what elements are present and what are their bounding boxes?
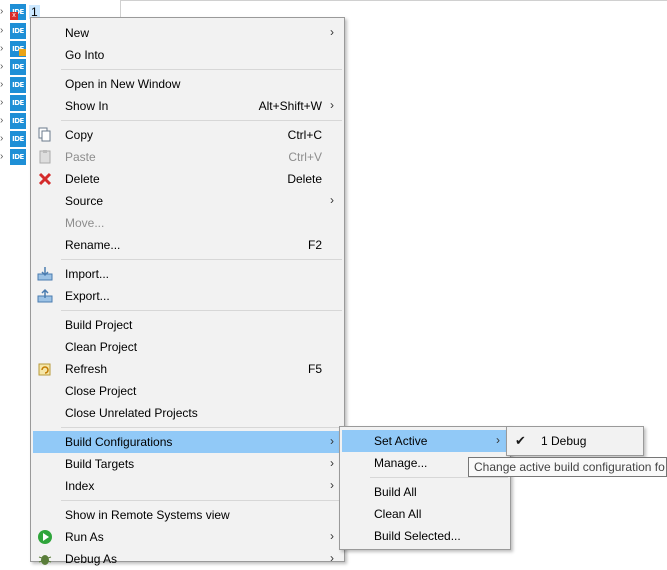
copy-icon [37,127,53,143]
menu-item-new[interactable]: New › [33,22,342,44]
menu-item-debug-as[interactable]: Debug As › [33,548,342,570]
export-icon [37,288,53,304]
debug-icon [37,551,53,567]
expand-arrow-icon[interactable]: › [0,151,8,163]
project-icon: IDE [10,131,26,147]
menu-item-export[interactable]: Export... [33,285,342,307]
menu-item-paste[interactable]: Paste Ctrl+V [33,146,342,168]
menu-item-delete[interactable]: Delete Delete [33,168,342,190]
menu-item-close-project[interactable]: Close Project [33,380,342,402]
menu-item-import[interactable]: Import... [33,263,342,285]
menu-item-clean-all[interactable]: Clean All [342,503,508,525]
submenu-arrow-icon: › [496,433,500,447]
project-icon: IDE [10,23,26,39]
menu-item-rename[interactable]: Rename... F2 [33,234,342,256]
submenu-arrow-icon: › [330,193,334,207]
project-icon: IDE [10,77,26,93]
submenu-arrow-icon: › [330,478,334,492]
project-icon: IDE [10,149,26,165]
checkmark-icon: ✔ [515,433,526,448]
submenu-arrow-icon: › [330,98,334,112]
project-icon: IDE [10,59,26,75]
lock-overlay-icon [19,49,26,56]
expand-arrow-icon[interactable]: › [0,115,8,127]
project-icon: IDE [10,113,26,129]
import-icon [37,266,53,282]
paste-icon [37,149,53,165]
menu-item-build-project[interactable]: Build Project [33,314,342,336]
expand-arrow-icon[interactable]: › [0,43,8,55]
tooltip: Change active build configuration fo [468,457,667,477]
menu-item-copy[interactable]: Copy Ctrl+C [33,124,342,146]
error-overlay-icon: x [10,12,18,20]
menu-item-source[interactable]: Source › [33,190,342,212]
menu-item-open-new-window[interactable]: Open in New Window [33,73,342,95]
delete-icon [37,171,53,187]
menu-separator [370,477,508,478]
menu-separator [61,259,342,260]
menu-item-clean-project[interactable]: Clean Project [33,336,342,358]
menu-separator [61,120,342,121]
menu-item-show-remote[interactable]: Show in Remote Systems view [33,504,342,526]
menu-separator [61,427,342,428]
set-active-submenu: ✔ 1 Debug [506,426,644,456]
submenu-arrow-icon: › [330,456,334,470]
menu-item-build-configurations[interactable]: Build Configurations › [33,431,342,453]
expand-arrow-icon[interactable]: › [0,97,8,109]
menu-item-1-debug[interactable]: ✔ 1 Debug [509,430,641,452]
menu-item-close-unrelated[interactable]: Close Unrelated Projects [33,402,342,424]
menu-item-show-in[interactable]: Show In Alt+Shift+W › [33,95,342,117]
submenu-arrow-icon: › [330,25,334,39]
context-menu: New › Go Into Open in New Window Show In… [30,17,345,566]
expand-arrow-icon[interactable]: › [0,6,8,18]
submenu-arrow-icon: › [330,529,334,543]
menu-separator [61,69,342,70]
menu-item-set-active[interactable]: Set Active › [342,430,508,452]
expand-arrow-icon[interactable]: › [0,25,8,37]
refresh-icon [37,361,53,377]
menu-item-move[interactable]: Move... [33,212,342,234]
run-icon [37,529,53,545]
submenu-arrow-icon: › [330,434,334,448]
expand-arrow-icon[interactable]: › [0,61,8,73]
menu-item-run-as[interactable]: Run As › [33,526,342,548]
expand-arrow-icon[interactable]: › [0,133,8,145]
menu-separator [61,310,342,311]
menu-item-build-all[interactable]: Build All [342,481,508,503]
project-icon: IDE [10,95,26,111]
menu-item-go-into[interactable]: Go Into [33,44,342,66]
menu-separator [61,500,342,501]
submenu-arrow-icon: › [330,551,334,565]
expand-arrow-icon[interactable]: › [0,79,8,91]
build-configurations-submenu: Set Active › Manage... Build All Clean A… [339,426,511,550]
menu-item-build-targets[interactable]: Build Targets › [33,453,342,475]
menu-item-refresh[interactable]: Refresh F5 [33,358,342,380]
menu-item-index[interactable]: Index › [33,475,342,497]
menu-item-build-selected[interactable]: Build Selected... [342,525,508,547]
